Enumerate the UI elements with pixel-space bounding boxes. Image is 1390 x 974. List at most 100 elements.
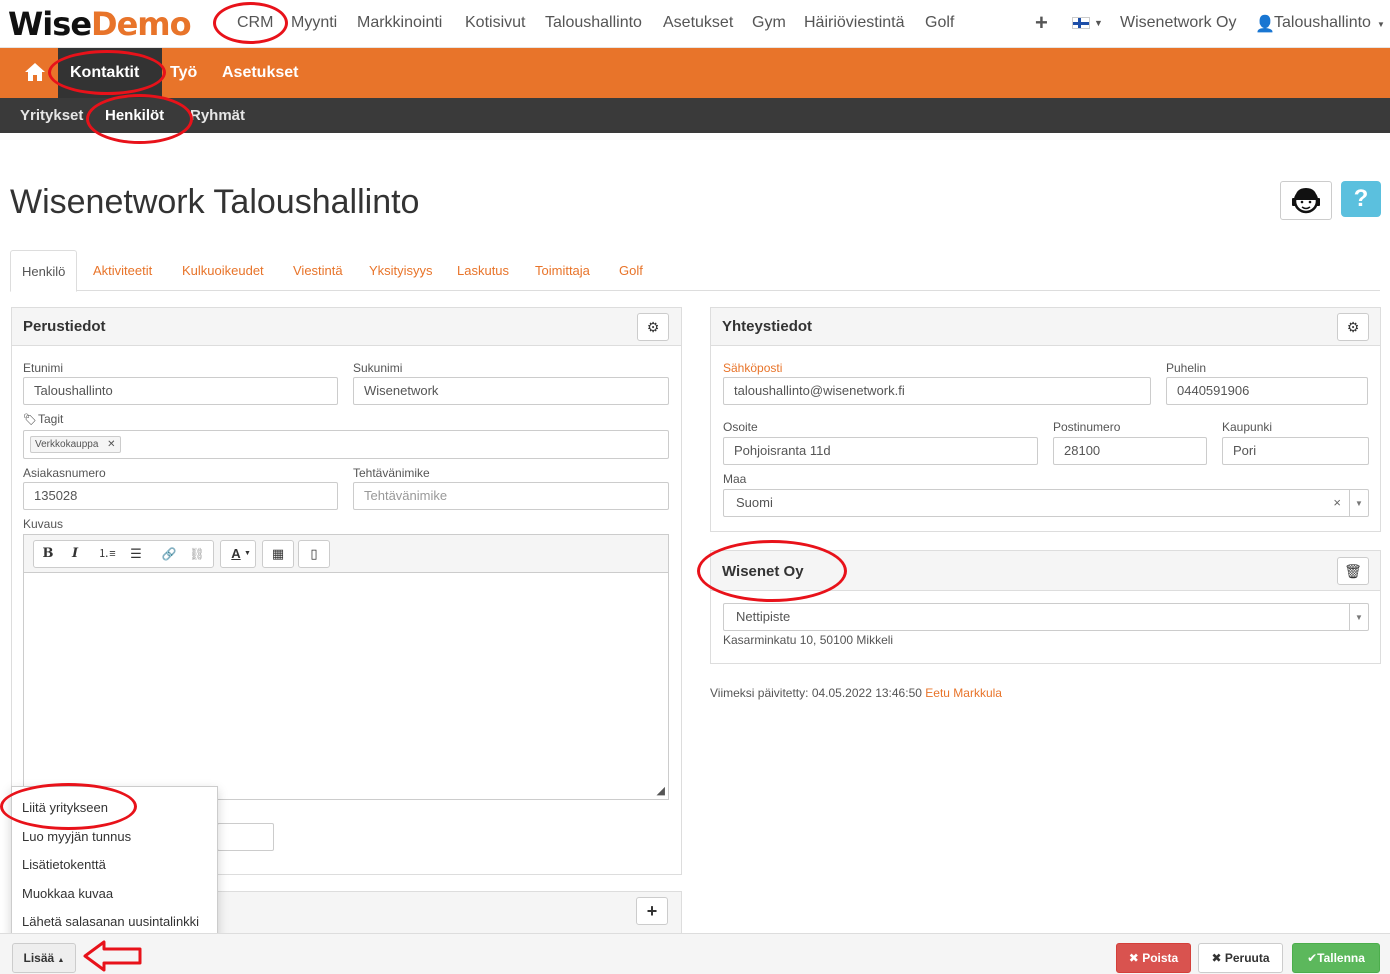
settings-button[interactable]: ⚙ [637,313,669,341]
postal-code-input[interactable]: 28100 [1053,437,1207,465]
module-item-asetukset[interactable]: Asetukset [222,64,298,82]
job-title-input[interactable]: Tehtävänimike [353,482,669,510]
address-input[interactable]: Pohjoisranta 11d [723,437,1038,465]
more-button[interactable]: Lisää ▲ [12,943,76,973]
first-name-input[interactable]: Taloushallinto [23,377,338,405]
resize-handle-icon[interactable]: ◢ [657,784,665,797]
format-button-group: B I ⒈≡ ☰ 🔗 ⛓ [33,540,214,568]
submodule-navbar: Yritykset Henkilöt Ryhmät [0,98,1390,133]
tab-yksityisyys[interactable]: Yksityisyys [369,263,433,278]
unordered-list-icon[interactable]: ☰ [125,541,147,567]
company-panel-title[interactable]: Wisenet Oy [722,563,804,580]
office-selected-value: Nettipiste [736,609,791,624]
hidden-field-input[interactable] [217,823,274,851]
company-name[interactable]: Wisenetwork Oy [1120,14,1236,32]
city-input[interactable]: Pori [1222,437,1369,465]
topnav-item-asetukset[interactable]: Asetukset [663,14,733,32]
tab-toimittaja[interactable]: Toimittaja [535,263,590,278]
topnav-item-gym[interactable]: Gym [752,14,786,32]
last-updated: Viimeksi päivitetty: 04.05.2022 13:46:50… [710,686,1002,700]
topnav-item-golf[interactable]: Golf [925,14,954,32]
city-label: Kaupunki [1222,420,1273,434]
submodule-item-henkilot[interactable]: Henkilöt [105,107,164,124]
logo-text-wise: Wise [8,5,92,43]
phone-input[interactable]: 0440591906 [1166,377,1368,405]
more-button-label: Lisää [23,951,55,965]
app-logo[interactable]: WiseDemo [8,5,192,43]
topnav-item-crm[interactable]: CRM [237,14,273,32]
home-icon[interactable] [24,62,46,85]
submodule-item-ryhmat[interactable]: Ryhmät [190,107,245,124]
italic-button[interactable]: I [64,541,86,567]
remove-tag-icon[interactable]: ✕ [107,439,115,450]
chevron-down-icon[interactable]: ▼ [1349,604,1368,630]
topnav-item-myynti[interactable]: Myynti [291,14,337,32]
description-editor[interactable]: B I ⒈≡ ☰ 🔗 ⛓ A ▼ ▦ ▯ ◢ [23,534,669,800]
delete-button[interactable]: ✖ Poista [1116,943,1191,973]
save-button[interactable]: ✔Tallenna [1292,943,1380,973]
settings-button[interactable]: ⚙ [1337,313,1369,341]
plus-icon: + [646,901,658,921]
country-select[interactable]: Suomi × ▼ [723,489,1369,517]
page-icon: ▯ [310,546,318,561]
finnish-flag-icon[interactable] [1072,17,1090,29]
save-button-label: Tallenna [1317,951,1365,965]
menu-item-edit-image[interactable]: Muokkaa kuvaa [22,886,113,901]
add-button[interactable]: + [636,897,668,925]
caret-down-icon[interactable]: ▼ [1094,18,1103,28]
last-name-input[interactable]: Wisenetwork [353,377,669,405]
topnav-item-kotisivut[interactable]: Kotisivut [465,14,525,32]
action-footer: Lisää ▲ ✖ Poista ✖ Peruuta ✔Tallenna [0,933,1390,974]
module-navbar: Kontaktit Työ Asetukset [0,48,1390,98]
font-color-button[interactable]: A ▼ [220,540,256,568]
menu-item-attach-to-company[interactable]: Liitä yritykseen [22,800,108,815]
support-agent-button[interactable] [1280,181,1332,220]
topnav-item-hairioviestinta[interactable]: Häiriöviestintä [804,14,904,32]
clear-icon[interactable]: × [1333,490,1341,516]
unlink-icon[interactable]: ⛓ [186,541,208,567]
description-label: Kuvaus [23,517,64,531]
delete-company-button[interactable]: 🗑 [1337,557,1369,585]
menu-item-send-password-reset[interactable]: Lähetä salasanan uusintalinkki [22,914,199,929]
tab-golf[interactable]: Golf [619,263,643,278]
add-icon[interactable]: + [1035,10,1048,36]
email-label: Sähköposti [723,361,783,375]
caret-down-icon[interactable]: ▼ [1377,20,1385,29]
chevron-down-icon[interactable]: ▼ [1349,490,1368,516]
tab-laskutus[interactable]: Laskutus [457,263,509,278]
module-item-kontaktit[interactable]: Kontaktit [70,64,139,82]
tab-henkilo[interactable]: Henkilö [10,250,78,292]
link-icon[interactable]: 🔗 [158,541,180,567]
submodule-item-yritykset[interactable]: Yritykset [20,107,83,124]
user-menu[interactable]: Taloushallinto [1274,14,1371,32]
cancel-button-label: Peruuta [1224,951,1270,965]
close-icon: ✖ [1211,951,1222,965]
topnav-item-markkinointi[interactable]: Markkinointi [357,14,442,32]
module-item-tyo[interactable]: Työ [170,64,197,82]
table-button[interactable]: ▦ [262,540,294,568]
user-icon[interactable]: 👤 [1255,14,1275,34]
panel-header: Perustiedot ⚙ [12,308,681,346]
cancel-button[interactable]: ✖ Peruuta [1198,943,1283,973]
panel-title: Yhteystiedot [722,318,813,335]
tags-label: Tagit [38,412,64,426]
email-input[interactable]: taloushallinto@wisenetwork.fi [723,377,1151,405]
panel-title: Perustiedot [23,318,106,335]
tab-kulkuoikeudet[interactable]: Kulkuoikeudet [182,263,264,278]
check-icon: ✔ [1307,951,1318,965]
topnav-item-taloushallinto[interactable]: Taloushallinto [545,14,642,32]
customer-number-input[interactable]: 135028 [23,482,338,510]
job-title-label: Tehtävänimike [353,466,430,480]
page-button[interactable]: ▯ [298,540,330,568]
last-updated-text: Viimeksi päivitetty: 04.05.2022 13:46:50 [710,686,922,700]
tab-viestinta[interactable]: Viestintä [293,263,343,278]
menu-item-extra-field[interactable]: Lisätietokenttä [22,857,106,872]
ordered-list-icon[interactable]: ⒈≡ [96,541,118,567]
menu-item-create-seller-id[interactable]: Luo myyjän tunnus [22,829,131,844]
office-select[interactable]: Nettipiste ▼ [723,603,1369,631]
tag-chip-label: Verkkokauppa [35,439,99,450]
help-button[interactable]: ? [1341,181,1381,217]
tab-aktiviteetit[interactable]: Aktiviteetit [93,263,152,278]
bold-button[interactable]: B [37,541,59,567]
last-updated-user-link[interactable]: Eetu Markkula [925,686,1002,700]
